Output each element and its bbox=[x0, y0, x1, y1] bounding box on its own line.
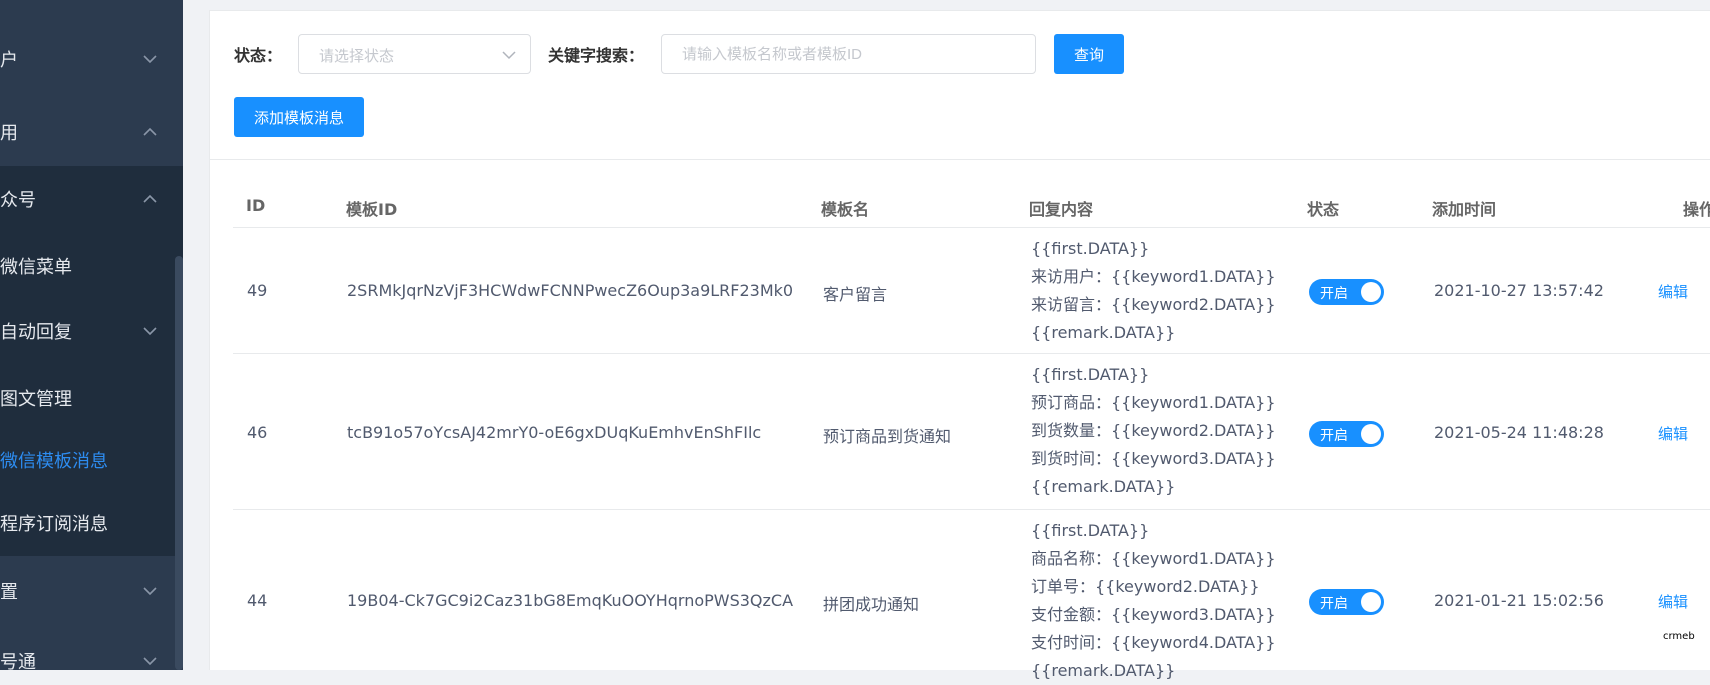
sidebar: 户 用 众号 微信菜单 自动回复 图文管理 微信模板消息 程序订阅消息 置 号通 bbox=[0, 0, 183, 670]
reply-line: 来访留言：{{keyword2.DATA}} bbox=[1031, 295, 1276, 314]
keyword-search-input[interactable] bbox=[661, 34, 1036, 74]
sidebar-item-label: 众号 bbox=[0, 190, 36, 211]
reply-line: 来访用户：{{keyword1.DATA}} bbox=[1031, 267, 1276, 286]
sidebar-subitem-subscribe-message[interactable]: 程序订阅消息 bbox=[0, 494, 175, 552]
reply-line: {{remark.DATA}} bbox=[1031, 477, 1176, 496]
chevron-up-icon bbox=[143, 194, 157, 203]
sidebar-subitem-wechat-menu[interactable]: 微信菜单 bbox=[0, 237, 175, 295]
sidebar-subitem-label: 微信菜单 bbox=[0, 257, 72, 278]
sidebar-subitem-label: 程序订阅消息 bbox=[0, 514, 108, 535]
reply-line: 到货数量：{{keyword2.DATA}} bbox=[1031, 421, 1276, 440]
chevron-down-icon bbox=[143, 327, 157, 336]
reply-line: 支付时间：{{keyword4.DATA}} bbox=[1031, 633, 1276, 652]
table-row: 44 19B04-Ck7GC9i2Caz31bG8EmqKuOOYHqrnoPW… bbox=[233, 511, 1710, 681]
chevron-down-icon bbox=[143, 587, 157, 596]
reply-line: {{first.DATA}} bbox=[1031, 365, 1150, 384]
keyword-search-label: 关键字搜索： bbox=[548, 46, 645, 65]
sidebar-item-settings[interactable]: 置 bbox=[0, 558, 183, 624]
chevron-down-icon bbox=[502, 51, 516, 60]
reply-line: {{first.DATA}} bbox=[1031, 239, 1150, 258]
status-toggle[interactable]: 开启 bbox=[1309, 589, 1384, 615]
status-select-placeholder: 请选择状态 bbox=[319, 47, 395, 65]
reply-line: 订单号：{{keyword2.DATA}} bbox=[1031, 577, 1260, 596]
row-template-name: 预订商品到货通知 bbox=[823, 427, 952, 446]
sidebar-subitem-template-message[interactable]: 微信模板消息 bbox=[0, 431, 175, 489]
row-time: 2021-01-21 15:02:56 bbox=[1434, 591, 1604, 610]
row-template-name: 客户留言 bbox=[823, 285, 888, 304]
sidebar-item-user[interactable]: 户 bbox=[0, 26, 183, 92]
edit-link[interactable]: 编辑 bbox=[1658, 281, 1688, 302]
status-toggle[interactable]: 开启 bbox=[1309, 279, 1384, 305]
row-reply-content: {{first.DATA}} 商品名称：{{keyword1.DATA}} 订单… bbox=[1031, 517, 1276, 685]
column-header-template-name: 模板名 bbox=[821, 200, 870, 219]
reply-line: {{first.DATA}} bbox=[1031, 521, 1150, 540]
column-header-status: 状态 bbox=[1307, 200, 1340, 219]
reply-line: 预订商品：{{keyword1.DATA}} bbox=[1031, 393, 1276, 412]
column-header-time: 添加时间 bbox=[1432, 200, 1497, 219]
column-header-template-id: 模板ID bbox=[346, 200, 398, 219]
sidebar-subitem-article[interactable]: 图文管理 bbox=[0, 369, 175, 427]
watermark: crmeb bbox=[1663, 631, 1695, 642]
column-header-reply-content: 回复内容 bbox=[1029, 200, 1094, 219]
sidebar-item-label: 户 bbox=[0, 50, 18, 71]
edit-link[interactable]: 编辑 bbox=[1658, 423, 1688, 444]
reply-line: 商品名称：{{keyword1.DATA}} bbox=[1031, 549, 1276, 568]
table-row: 46 tcB91o57oYcsAJ42mrY0-oE6gxDUqKuEmhvEn… bbox=[233, 355, 1710, 510]
sidebar-item-app[interactable]: 用 bbox=[0, 99, 183, 165]
chevron-down-icon bbox=[143, 657, 157, 666]
row-id: 49 bbox=[247, 281, 268, 300]
chevron-down-icon bbox=[143, 55, 157, 64]
add-template-button[interactable]: 添加模板消息 bbox=[234, 97, 364, 137]
status-toggle-label: 开启 bbox=[1320, 428, 1348, 444]
status-toggle-label: 开启 bbox=[1320, 286, 1348, 302]
reply-line: 支付金额：{{keyword3.DATA}} bbox=[1031, 605, 1276, 624]
sidebar-subitem-auto-reply[interactable]: 自动回复 bbox=[0, 302, 175, 360]
row-template-id: tcB91o57oYcsAJ42mrY0-oE6gxDUqKuEmhvEnShF… bbox=[347, 423, 762, 442]
status-toggle[interactable]: 开启 bbox=[1309, 421, 1384, 447]
row-template-name: 拼团成功通知 bbox=[823, 595, 920, 614]
sidebar-subitem-label: 图文管理 bbox=[0, 389, 72, 410]
sidebar-item-label: 用 bbox=[0, 123, 18, 144]
table-row: 49 2SRMkJqrNzVjF3HCWdwFCNNPwecZ6Oup3a9LR… bbox=[233, 229, 1710, 354]
reply-line: 到货时间：{{keyword3.DATA}} bbox=[1031, 449, 1276, 468]
toggle-knob bbox=[1361, 592, 1381, 612]
divider bbox=[209, 159, 1710, 160]
sidebar-scrollbar[interactable] bbox=[175, 256, 183, 670]
status-filter-label: 状态： bbox=[234, 46, 283, 65]
status-toggle-label: 开启 bbox=[1320, 596, 1348, 612]
sidebar-subitem-label: 自动回复 bbox=[0, 322, 72, 343]
row-id: 44 bbox=[247, 591, 268, 610]
column-header-id: ID bbox=[246, 196, 266, 215]
status-select[interactable]: 请选择状态 bbox=[298, 34, 531, 74]
row-reply-content: {{first.DATA}} 来访用户：{{keyword1.DATA}} 来访… bbox=[1031, 235, 1276, 347]
reply-line: {{remark.DATA}} bbox=[1031, 323, 1176, 342]
row-time: 2021-10-27 13:57:42 bbox=[1434, 281, 1604, 300]
row-template-id: 19B04-Ck7GC9i2Caz31bG8EmqKuOOYHqrnoPWS3Q… bbox=[347, 591, 794, 610]
sidebar-item-account-link[interactable]: 号通 bbox=[0, 628, 183, 670]
query-button[interactable]: 查询 bbox=[1054, 34, 1124, 74]
row-reply-content: {{first.DATA}} 预订商品：{{keyword1.DATA}} 到货… bbox=[1031, 361, 1276, 501]
toggle-knob bbox=[1361, 282, 1381, 302]
chevron-up-icon bbox=[143, 127, 157, 136]
column-header-actions: 操作 bbox=[1683, 200, 1710, 219]
sidebar-item-official-account[interactable]: 众号 bbox=[0, 166, 183, 232]
toggle-knob bbox=[1361, 424, 1381, 444]
reply-line: {{remark.DATA}} bbox=[1031, 661, 1176, 680]
row-template-id: 2SRMkJqrNzVjF3HCWdwFCNNPwecZ6Oup3a9LRF23… bbox=[347, 281, 794, 300]
row-time: 2021-05-24 11:48:28 bbox=[1434, 423, 1604, 442]
sidebar-subitem-label: 微信模板消息 bbox=[0, 451, 108, 472]
table-header: ID 模板ID 模板名 回复内容 状态 添加时间 操作 bbox=[233, 186, 1710, 228]
sidebar-submenu: 微信菜单 自动回复 图文管理 微信模板消息 程序订阅消息 bbox=[0, 232, 183, 556]
sidebar-item-label: 置 bbox=[0, 582, 18, 603]
row-id: 46 bbox=[247, 423, 268, 442]
edit-link[interactable]: 编辑 bbox=[1658, 591, 1688, 612]
sidebar-item-label: 号通 bbox=[0, 652, 36, 670]
